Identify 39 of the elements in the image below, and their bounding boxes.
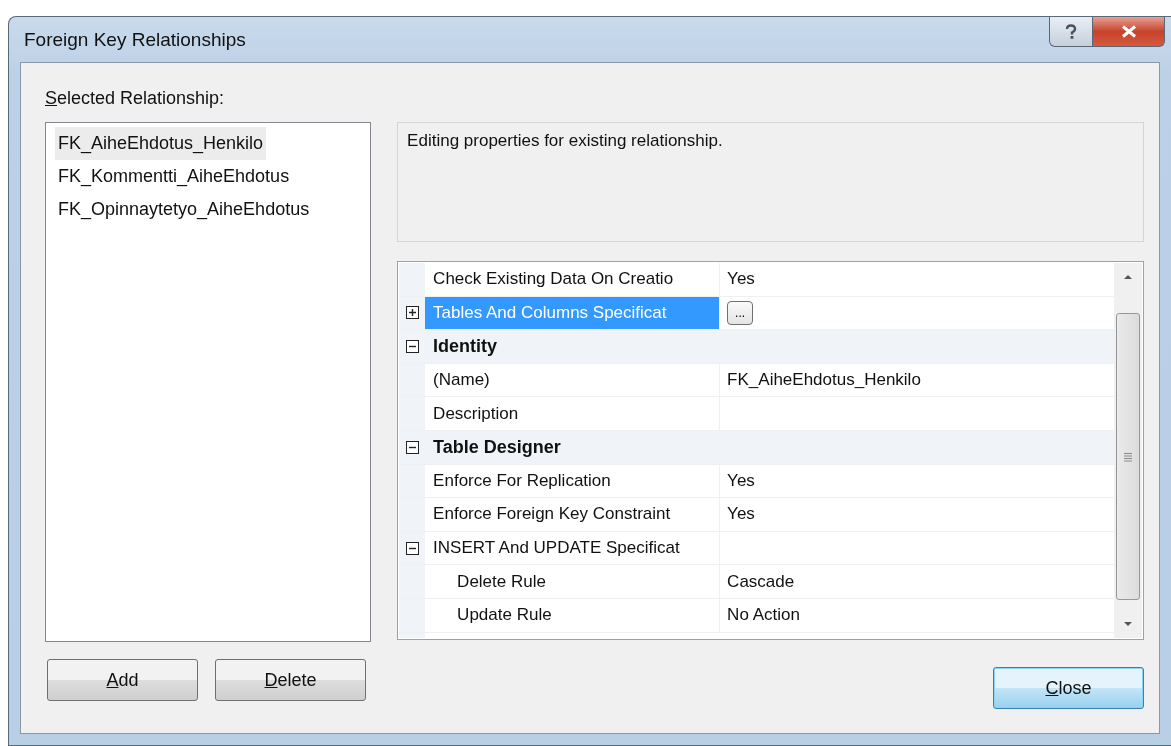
- close-icon: [1120, 25, 1137, 38]
- scroll-down-icon[interactable]: [1122, 620, 1134, 628]
- help-button[interactable]: [1049, 17, 1093, 47]
- property-name[interactable]: Enforce Foreign Key Constraint: [425, 498, 721, 531]
- property-name[interactable]: Description: [425, 397, 721, 430]
- description-text: Editing properties for existing relationship.: [407, 131, 723, 150]
- property-value: Yes: [727, 504, 755, 525]
- dialog-button[interactable]: Add: [47, 659, 198, 701]
- relationships-label: Selected Relationship:: [45, 88, 226, 110]
- category-label[interactable]: Table Designer: [425, 430, 561, 464]
- relationship-item[interactable]: FK_AiheEhdotus_Henkilo: [55, 127, 267, 160]
- help-icon: [1064, 23, 1078, 40]
- property-value: FK_AiheEhdotus_Henkilo: [727, 370, 921, 391]
- property-value: Cascade: [727, 571, 795, 592]
- property-name[interactable]: Update Rule: [425, 598, 721, 632]
- property-value: No Action: [727, 605, 800, 626]
- dialog-button[interactable]: Delete: [215, 659, 366, 701]
- expand-icon[interactable]: [405, 306, 419, 320]
- relationship-item[interactable]: FK_Opinnaytetyo_AiheEhdotus: [55, 193, 313, 226]
- scrollbar[interactable]: [1114, 263, 1142, 638]
- ellipsis-button[interactable]: ...: [727, 300, 754, 325]
- collapse-icon[interactable]: [405, 440, 419, 454]
- window-title: Foreign Key Relationships: [24, 28, 246, 51]
- property-name[interactable]: (Name): [425, 363, 721, 397]
- property-value: Yes: [727, 470, 755, 491]
- property-name[interactable]: Check Existing Data On Creatio: [425, 263, 721, 296]
- grip-icon: [1123, 451, 1133, 462]
- scroll-thumb[interactable]: [1116, 313, 1140, 600]
- property-name[interactable]: Enforce For Replication: [425, 464, 721, 498]
- collapse-icon[interactable]: [405, 541, 419, 555]
- collapse-icon[interactable]: [405, 340, 419, 353]
- close-button[interactable]: [1093, 17, 1165, 47]
- relationship-item[interactable]: FK_Kommentti_AiheEhdotus: [55, 160, 293, 193]
- close-dialog-button[interactable]: Close: [993, 667, 1144, 709]
- property-name[interactable]: Delete Rule: [425, 565, 721, 598]
- category-label[interactable]: Identity: [425, 330, 498, 363]
- scroll-up-icon[interactable]: [1122, 273, 1134, 281]
- property-name[interactable]: INSERT And UPDATE Specificat: [425, 531, 721, 565]
- property-value: Yes: [727, 269, 755, 290]
